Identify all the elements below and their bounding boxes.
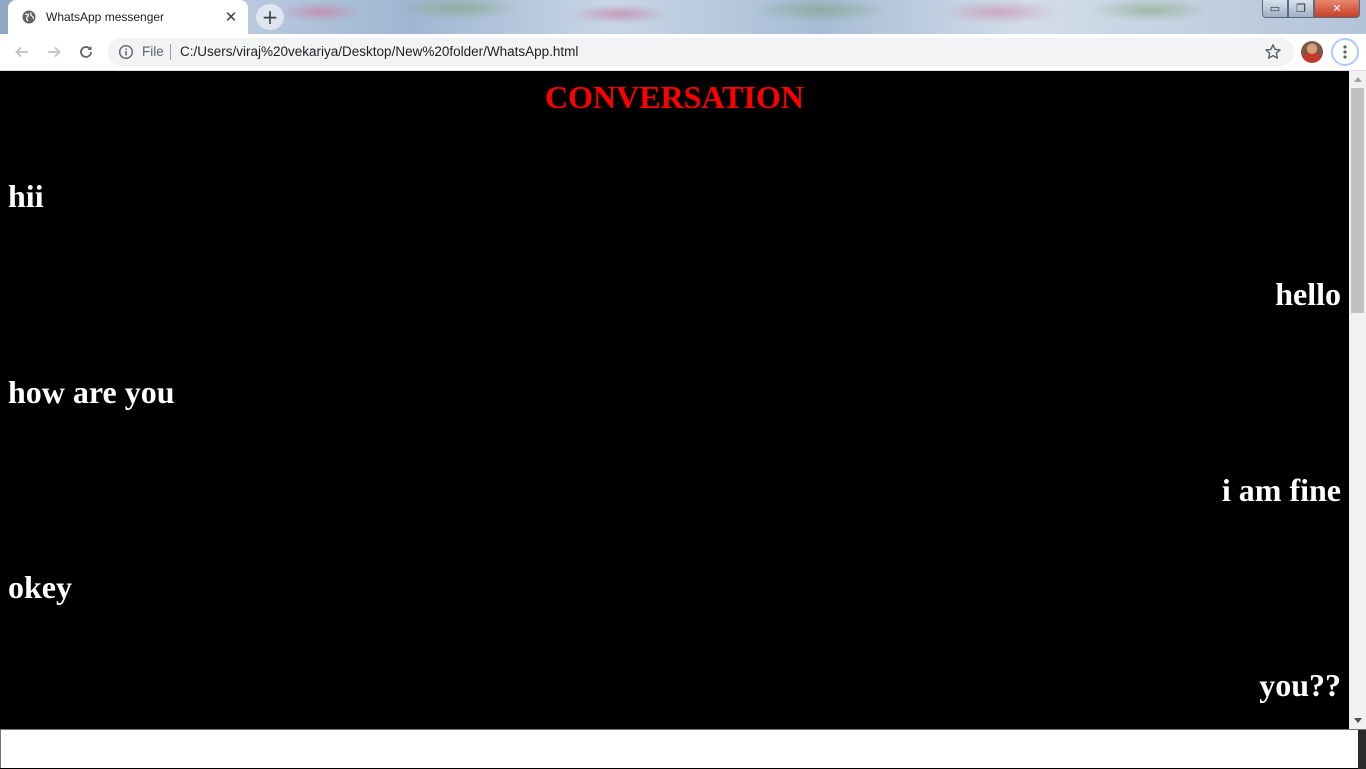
- message-incoming: how are you: [8, 374, 175, 410]
- close-tab-icon[interactable]: ✕: [222, 8, 240, 26]
- scroll-down-arrow-icon[interactable]: [1349, 712, 1366, 729]
- message-outgoing: hello: [1275, 276, 1341, 312]
- address-separator: [170, 44, 171, 60]
- vertical-scrollbar[interactable]: [1349, 71, 1366, 729]
- message-input[interactable]: [0, 729, 1366, 769]
- maximize-button[interactable]: ❐: [1288, 0, 1314, 18]
- browser-tab[interactable]: WhatsApp messenger ✕: [8, 0, 248, 34]
- url-text[interactable]: C:/Users/viraj%20vekariya/Desktop/New%20…: [180, 44, 578, 59]
- message-incoming: okey: [8, 569, 72, 605]
- scroll-up-arrow-icon[interactable]: [1349, 71, 1366, 88]
- globe-icon: [22, 10, 36, 24]
- browser-toolbar: File C:/Users/viraj%20vekariya/Desktop/N…: [0, 34, 1366, 71]
- kebab-menu-icon: [1343, 45, 1347, 59]
- message-outgoing: i am fine: [1221, 472, 1341, 508]
- address-bar[interactable]: File C:/Users/viraj%20vekariya/Desktop/N…: [108, 38, 1294, 66]
- reload-icon: [80, 46, 92, 58]
- back-button[interactable]: [8, 38, 36, 66]
- page-title: CONVERSATION: [545, 79, 804, 115]
- scrollbar-thumb[interactable]: [1351, 88, 1364, 313]
- message-outgoing: you??: [1259, 667, 1341, 703]
- browser-menu-button[interactable]: [1331, 38, 1359, 66]
- browser-titlebar: WhatsApp messenger ✕ + ▭ ❐ ✕: [0, 0, 1366, 34]
- minimize-button[interactable]: ▭: [1262, 0, 1288, 18]
- back-arrow-icon: [15, 46, 28, 58]
- file-scheme-label: File: [142, 44, 164, 59]
- forward-button[interactable]: [40, 38, 68, 66]
- window-controls: ▭ ❐ ✕: [1262, 0, 1360, 18]
- page-viewport: CONVERSATION hii hello how are you i am …: [0, 71, 1349, 729]
- reload-button[interactable]: [72, 38, 100, 66]
- star-icon[interactable]: [1264, 43, 1282, 61]
- new-tab-button[interactable]: +: [256, 4, 284, 30]
- forward-arrow-icon: [48, 46, 61, 58]
- info-icon[interactable]: [118, 44, 134, 60]
- avatar[interactable]: [1301, 41, 1323, 63]
- close-window-button[interactable]: ✕: [1314, 0, 1360, 18]
- input-edge: [1358, 730, 1366, 769]
- tab-title: WhatsApp messenger: [46, 10, 165, 24]
- message-incoming: hii: [8, 178, 44, 214]
